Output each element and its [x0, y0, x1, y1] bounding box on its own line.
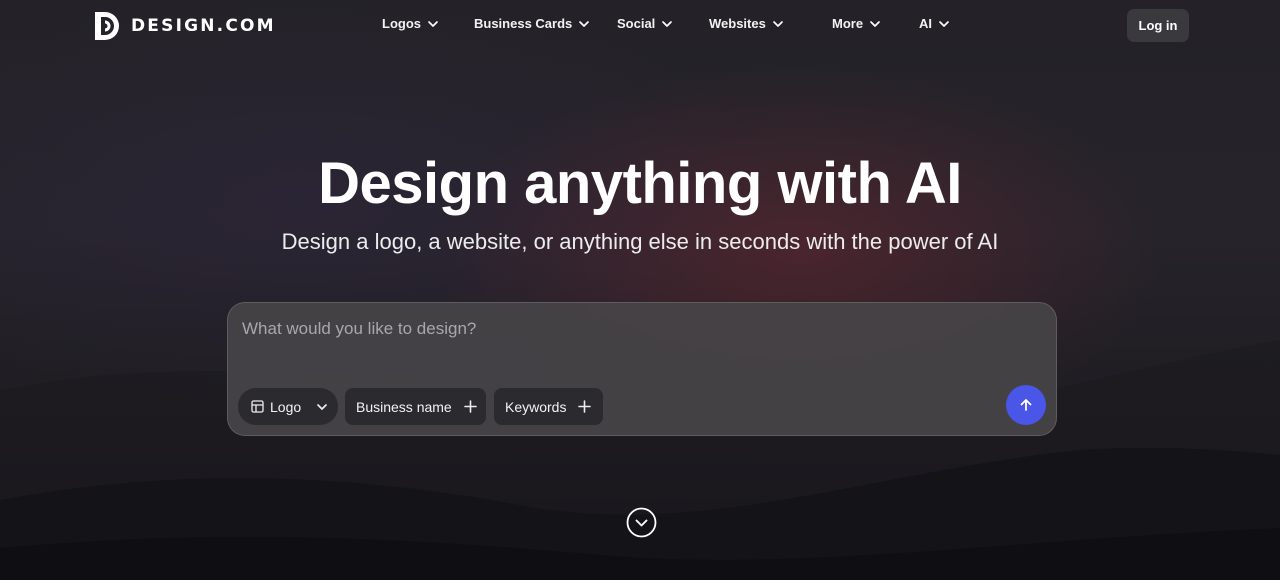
- hero-title: Design anything with AI: [318, 151, 962, 216]
- keywords-chip[interactable]: Keywords: [494, 388, 603, 425]
- design-com-logo-icon: [95, 12, 119, 40]
- design-prompt-box: Logo Business name Keywords: [227, 302, 1057, 436]
- nav-item-label: Websites: [709, 16, 766, 31]
- plus-icon: [463, 400, 477, 413]
- chevron-down-icon: [579, 20, 590, 27]
- layout-icon: [251, 400, 264, 413]
- background: [0, 0, 1280, 580]
- nav-item-more[interactable]: More: [832, 16, 919, 31]
- chevron-down-icon: [870, 20, 880, 27]
- nav-item-social[interactable]: Social: [617, 16, 709, 31]
- submit-button[interactable]: [1006, 385, 1046, 425]
- chip-label: Business name: [356, 398, 452, 415]
- chevron-down-icon: [662, 20, 673, 27]
- nav-item-label: Business Cards: [474, 16, 573, 31]
- chevron-down-icon: [772, 20, 783, 27]
- chevron-down-icon: [428, 20, 438, 27]
- login-button[interactable]: Log in: [1127, 9, 1189, 42]
- nav-item-label: Social: [617, 16, 656, 31]
- nav-item-label: Logos: [382, 16, 421, 31]
- top-header: DESIGN.COM Logos Business Cards Social W…: [0, 0, 1280, 52]
- nav-item-ai[interactable]: AI: [919, 16, 959, 31]
- nav-item-business-cards[interactable]: Business Cards: [474, 16, 617, 31]
- main-nav: Logos Business Cards Social Websites Mor…: [382, 16, 959, 31]
- business-name-chip[interactable]: Business name: [345, 388, 486, 425]
- design-prompt-input[interactable]: [242, 315, 1002, 343]
- nav-item-logos[interactable]: Logos: [382, 16, 474, 31]
- design-type-label: Logo: [270, 398, 302, 415]
- nav-item-label: More: [832, 16, 864, 31]
- chevron-down-circle-icon: [626, 507, 657, 538]
- brand-logo[interactable]: DESIGN.COM: [93, 10, 276, 42]
- design-type-select[interactable]: Logo: [238, 388, 338, 425]
- chevron-down-icon: [939, 20, 949, 27]
- plus-icon: [578, 400, 592, 413]
- chip-label: Keywords: [505, 398, 567, 415]
- arrow-up-icon: [1020, 399, 1032, 411]
- nav-item-websites[interactable]: Websites: [709, 16, 832, 31]
- background-waves: [0, 340, 1280, 580]
- hero-subtitle: Design a logo, a website, or anything el…: [281, 229, 999, 254]
- brand-name: DESIGN.COM: [131, 16, 276, 36]
- nav-item-label: AI: [919, 16, 932, 31]
- chevron-down-icon: [317, 403, 328, 410]
- scroll-down-button[interactable]: [626, 507, 657, 538]
